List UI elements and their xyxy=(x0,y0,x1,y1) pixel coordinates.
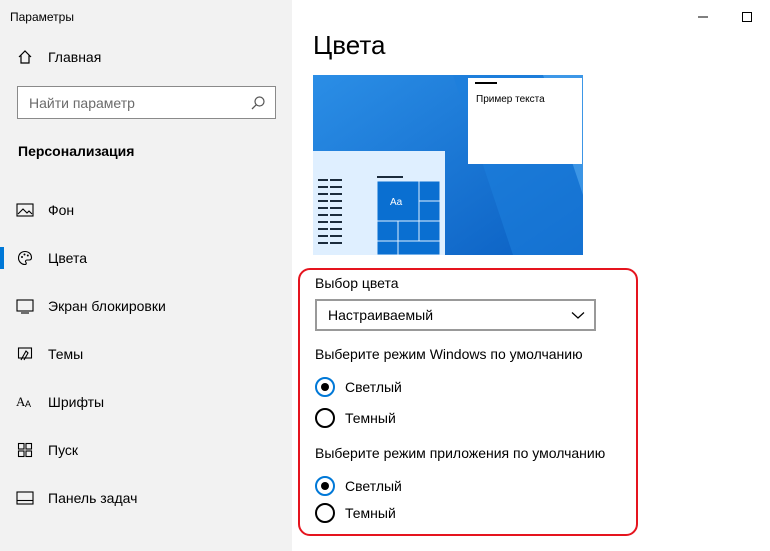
color-choice-label: Выбор цвета xyxy=(315,275,399,291)
themes-icon xyxy=(16,345,34,363)
radio-unchecked-icon xyxy=(315,503,335,523)
preview-tile-label: Aa xyxy=(390,197,403,208)
color-preview: Пример текста Aa xyxy=(313,75,583,255)
taskbar-icon xyxy=(16,489,34,507)
home-label: Главная xyxy=(48,49,102,65)
minimize-icon xyxy=(698,16,708,18)
windows-mode-light-radio[interactable]: Светлый xyxy=(315,376,402,398)
svg-text:A: A xyxy=(25,399,31,409)
app-mode-label: Выберите режим приложения по умолчанию xyxy=(315,445,606,461)
sidebar-item-fonts[interactable]: AA Шрифты xyxy=(0,378,292,426)
palette-icon xyxy=(16,249,34,267)
radio-checked-icon xyxy=(315,476,335,496)
maximize-icon xyxy=(742,12,752,22)
sidebar-item-label: Экран блокировки xyxy=(48,298,166,314)
color-choice-value: Настраиваемый xyxy=(328,307,434,323)
sidebar-item-label: Фон xyxy=(48,202,75,218)
sidebar-item-label: Пуск xyxy=(48,442,79,458)
sidebar: Параметры Главная Персонализация Фон Цве… xyxy=(0,0,292,551)
sidebar-item-start[interactable]: Пуск xyxy=(0,426,292,474)
sidebar-item-label: Панель задач xyxy=(48,490,138,506)
radio-label: Темный xyxy=(345,505,396,521)
minimize-button[interactable] xyxy=(694,8,712,26)
sidebar-item-colors[interactable]: Цвета xyxy=(0,234,292,282)
sidebar-item-background[interactable]: Фон xyxy=(0,186,292,234)
color-choice-dropdown[interactable]: Настраиваемый xyxy=(315,299,596,331)
sidebar-item-label: Шрифты xyxy=(48,394,105,410)
radio-label: Светлый xyxy=(345,478,402,494)
home-icon xyxy=(16,48,34,66)
search-icon[interactable] xyxy=(250,95,266,111)
radio-label: Темный xyxy=(345,410,396,426)
app-mode-light-radio[interactable]: Светлый xyxy=(315,475,402,497)
radio-unchecked-icon xyxy=(315,408,335,428)
search-box[interactable] xyxy=(17,86,276,119)
chevron-down-icon xyxy=(571,308,585,322)
radio-checked-icon xyxy=(315,377,335,397)
sidebar-item-themes[interactable]: Темы xyxy=(0,330,292,378)
windows-mode-label: Выберите режим Windows по умолчанию xyxy=(315,346,583,362)
search-input[interactable] xyxy=(29,94,249,111)
sidebar-item-label: Цвета xyxy=(48,250,87,266)
sidebar-item-label: Темы xyxy=(48,346,84,362)
windows-mode-dark-radio[interactable]: Темный xyxy=(315,407,396,429)
fonts-icon: AA xyxy=(16,393,34,411)
window-title: Параметры xyxy=(10,10,74,24)
lock-screen-icon xyxy=(16,297,34,315)
sidebar-item-taskbar[interactable]: Панель задач xyxy=(0,474,292,522)
image-icon xyxy=(16,201,34,219)
radio-label: Светлый xyxy=(345,379,402,395)
start-icon xyxy=(16,441,34,459)
section-title: Персонализация xyxy=(18,143,135,159)
page-title: Цвета xyxy=(313,30,386,60)
home-link[interactable]: Главная xyxy=(16,46,101,68)
maximize-button[interactable] xyxy=(738,8,756,26)
sidebar-item-lock-screen[interactable]: Экран блокировки xyxy=(0,282,292,330)
app-mode-dark-radio[interactable]: Темный xyxy=(315,502,396,524)
preview-sample-text: Пример текста xyxy=(476,94,545,105)
sidebar-nav: Фон Цвета Экран блокировки Темы AA Шрифт… xyxy=(0,186,292,522)
